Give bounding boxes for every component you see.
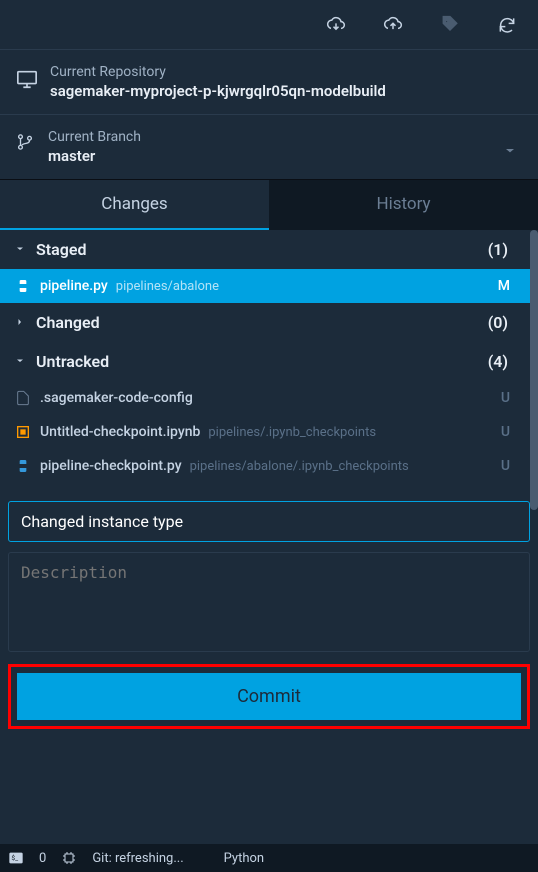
commit-button[interactable]: Commit [17, 673, 521, 720]
file-row[interactable]: .sagemaker-code-config U [0, 381, 538, 415]
branch-name: master [48, 147, 141, 165]
file-row[interactable]: pipeline-checkpoint.py pipelines/abalone… [0, 449, 538, 483]
terminal-status[interactable]: $_ [8, 850, 24, 866]
refresh-icon[interactable] [496, 14, 518, 36]
caret-right-icon [14, 313, 28, 332]
staged-label: Staged [36, 240, 86, 259]
scrollbar[interactable] [530, 230, 538, 510]
current-repository: Current Repository sagemaker-myproject-p… [0, 50, 538, 115]
untracked-label: Untracked [36, 352, 109, 371]
kernel-icon[interactable] [61, 850, 77, 866]
notebook-file-icon [14, 423, 32, 441]
file-path: pipelines/abalone [116, 279, 219, 294]
current-branch[interactable]: Current Branch master [0, 115, 538, 180]
git-status[interactable]: Git: refreshing... [92, 851, 183, 866]
file-path: pipelines/abalone/.ipynb_checkpoints [190, 459, 409, 474]
file-row[interactable]: pipeline.py pipelines/abalone M [0, 269, 538, 303]
untracked-section-header[interactable]: Untracked (4) [0, 342, 538, 381]
tag-icon[interactable] [439, 14, 461, 36]
file-icon [14, 389, 32, 407]
svg-text:$_: $_ [11, 854, 18, 862]
cloud-upload-icon[interactable] [382, 14, 404, 36]
file-status: M [498, 278, 510, 294]
tab-history[interactable]: History [269, 180, 538, 230]
file-name: pipeline.py [40, 278, 108, 294]
status-bar: $_ 0 Git: refreshing... Python [0, 844, 538, 872]
branch-label: Current Branch [48, 129, 141, 145]
commit-area: Commit [0, 493, 538, 737]
file-status: U [501, 424, 510, 440]
count-status[interactable]: 0 [39, 851, 46, 866]
changed-count: (0) [488, 313, 508, 332]
caret-down-icon [14, 352, 28, 371]
changes-content: Staged (1) pipeline.py pipelines/abalone… [0, 230, 538, 737]
monitor-icon [16, 68, 38, 90]
repo-label: Current Repository [50, 64, 386, 80]
chevron-down-icon [502, 143, 518, 163]
untracked-count: (4) [488, 352, 508, 371]
commit-description-input[interactable] [8, 552, 530, 652]
file-status: U [501, 458, 510, 474]
changed-label: Changed [36, 313, 100, 332]
file-path: pipelines/.ipynb_checkpoints [208, 425, 376, 440]
commit-summary-input[interactable] [8, 501, 530, 542]
python-file-icon [14, 277, 32, 295]
staged-count: (1) [488, 240, 508, 259]
branch-icon [16, 133, 36, 153]
tab-changes[interactable]: Changes [0, 180, 269, 230]
repo-name: sagemaker-myproject-p-kjwrgqlr05qn-model… [50, 82, 386, 100]
staged-section-header[interactable]: Staged (1) [0, 230, 538, 269]
file-name: Untitled-checkpoint.ipynb [40, 424, 200, 440]
commit-button-highlight: Commit [8, 664, 530, 729]
file-name: .sagemaker-code-config [40, 390, 193, 406]
file-name: pipeline-checkpoint.py [40, 458, 182, 474]
file-status: U [501, 390, 510, 406]
changed-section-header[interactable]: Changed (0) [0, 303, 538, 342]
language-status[interactable]: Python [224, 851, 264, 866]
tabs: Changes History [0, 180, 538, 230]
python-file-icon [14, 457, 32, 475]
caret-down-icon [14, 240, 28, 259]
cloud-download-icon[interactable] [325, 14, 347, 36]
top-toolbar [0, 0, 538, 50]
file-row[interactable]: Untitled-checkpoint.ipynb pipelines/.ipy… [0, 415, 538, 449]
